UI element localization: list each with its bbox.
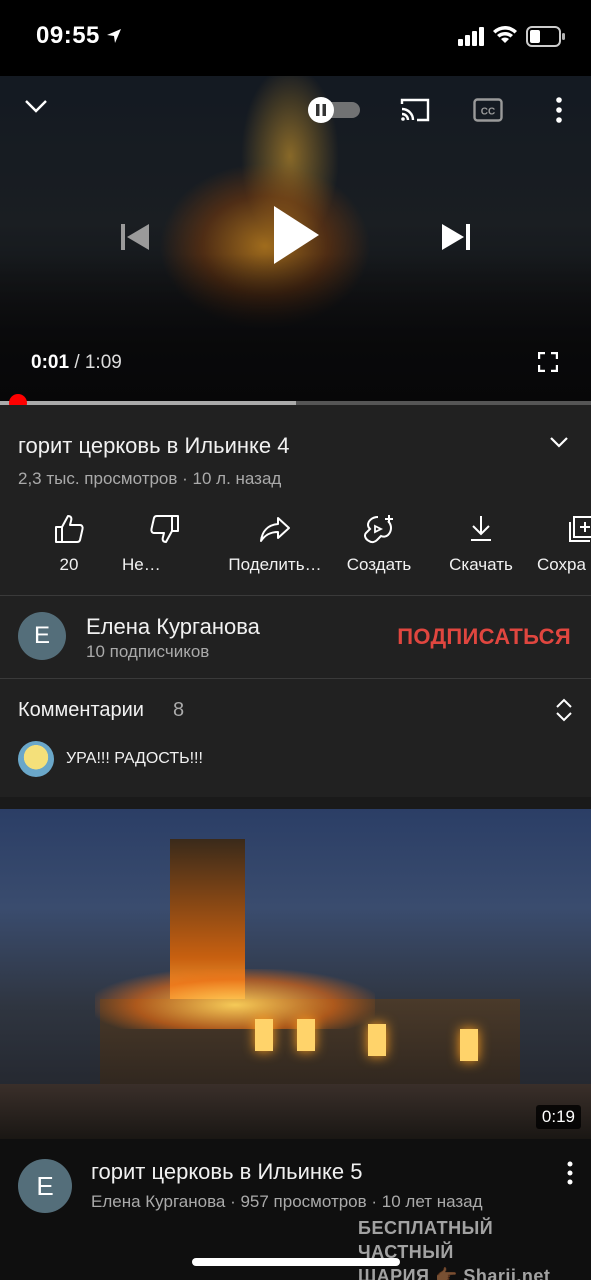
next-video-thumbnail[interactable]: 0:19: [0, 809, 591, 1139]
watermark-line1: БЕСПЛАТНЫЙ ЧАСТНЫЙ: [358, 1218, 494, 1262]
action-bar: 20 Не… Поделить… Создать Скачать Сохра: [0, 513, 591, 585]
watermark-line2: ШАРИЯ 👉🏾 Sharij.net: [358, 1266, 551, 1280]
dislike-label: Не…: [122, 555, 161, 574]
comments-title: Комментарии: [18, 699, 144, 721]
wifi-icon: [493, 26, 517, 43]
thumb-window: [255, 1019, 273, 1051]
channel-row[interactable]: E Елена Курганова 10 подписчиков ПОДПИСА…: [0, 596, 591, 678]
next-video-channel-avatar[interactable]: E: [18, 1159, 72, 1213]
location-arrow-icon: [107, 29, 121, 43]
cast-icon[interactable]: [399, 96, 431, 124]
autoplay-toggle[interactable]: [304, 96, 362, 124]
previous-icon[interactable]: [119, 221, 151, 253]
create-button[interactable]: Создать: [336, 513, 422, 585]
like-button[interactable]: 20: [30, 513, 108, 585]
comments-section[interactable]: Комментарии 8 УРА!!! РАДОСТЬ!!!: [0, 679, 591, 797]
dislike-button[interactable]: Не…: [120, 513, 210, 585]
commenter-avatar: [18, 741, 54, 777]
download-label: Скачать: [449, 555, 513, 574]
video-title[interactable]: горит церковь в Ильинке 4: [18, 433, 290, 459]
next-video-meta: Елена Курганова · 957 просмотров · 10 ле…: [91, 1192, 483, 1211]
comments-count: 8: [173, 699, 185, 721]
channel-avatar[interactable]: E: [18, 612, 66, 660]
total-duration: / 1:09: [74, 352, 122, 373]
minimize-chevron-icon[interactable]: [24, 98, 48, 114]
watermark: БЕСПЛАТНЫЙ ЧАСТНЫЙ ШАРИЯ 👉🏾 Sharij.net: [358, 1216, 583, 1280]
save-icon: [569, 516, 591, 542]
like-count: 20: [59, 555, 79, 574]
video-player[interactable]: CC 0:01 / 1:09: [0, 76, 591, 404]
share-icon: [260, 517, 290, 542]
download-button[interactable]: Скачать: [440, 513, 522, 585]
more-options-icon[interactable]: [555, 96, 563, 124]
thumb-window: [460, 1029, 478, 1061]
thumb-fire: [95, 969, 375, 1029]
next-icon[interactable]: [440, 221, 472, 253]
fullscreen-icon[interactable]: [538, 352, 558, 372]
subscriber-count: 10 подписчиков: [86, 642, 210, 661]
captions-icon[interactable]: CC: [473, 98, 503, 122]
share-label: Поделить…: [228, 555, 322, 574]
svg-text:CC: CC: [481, 107, 495, 118]
play-icon[interactable]: [271, 204, 321, 266]
section-gap: [0, 797, 591, 809]
subscribe-button[interactable]: ПОДПИСАТЬСЯ: [397, 624, 571, 650]
video-duration-badge: 0:19: [535, 1105, 581, 1129]
download-icon: [471, 516, 491, 541]
thumb-window: [297, 1019, 315, 1051]
next-video-title[interactable]: горит церковь в Ильинке 5: [91, 1159, 363, 1185]
thumbs-down-icon: [150, 515, 179, 543]
video-details: горит церковь в Ильинке 4 2,3 тыс. просм…: [0, 405, 591, 595]
channel-name[interactable]: Елена Курганова: [86, 614, 260, 640]
current-time: 0:01: [31, 352, 70, 373]
create-icon: [364, 515, 393, 544]
expand-description-icon[interactable]: [549, 435, 569, 449]
home-indicator[interactable]: [192, 1258, 400, 1266]
cellular-signal-icon: [458, 27, 484, 46]
battery-icon: [526, 26, 565, 47]
expand-comments-icon[interactable]: [554, 697, 574, 723]
create-label: Создать: [346, 555, 412, 574]
top-comment: УРА!!! РАДОСТЬ!!!: [66, 750, 203, 767]
save-button[interactable]: Сохра: [536, 513, 591, 585]
thumb-ground: [0, 1084, 591, 1139]
playback-time: 0:01 / 1:09: [31, 352, 122, 374]
video-meta: 2,3 тыс. просмотров · 10 л. назад: [18, 469, 282, 488]
status-bar: 09:55: [0, 0, 591, 76]
thumbs-up-icon: [55, 515, 84, 543]
more-options-icon[interactable]: [566, 1161, 574, 1185]
thumb-window: [368, 1024, 386, 1056]
status-time: 09:55: [36, 22, 100, 49]
share-button[interactable]: Поделить…: [222, 513, 328, 585]
save-label: Сохра: [537, 555, 586, 574]
